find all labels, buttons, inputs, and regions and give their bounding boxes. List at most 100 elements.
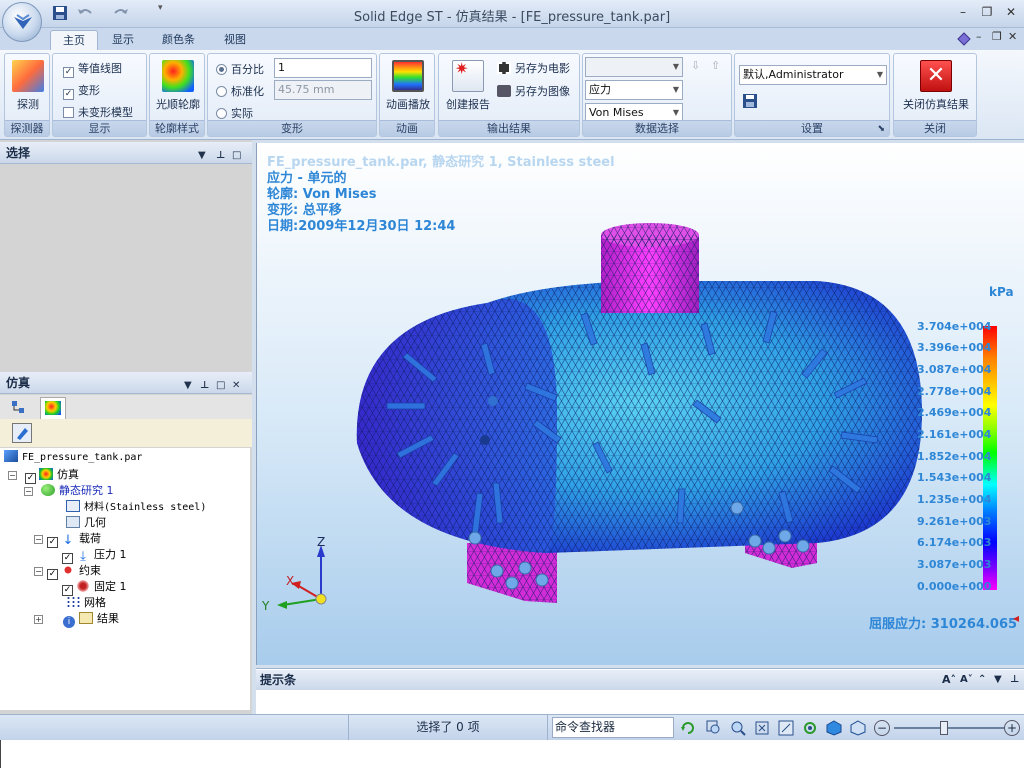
save-movie-button[interactable]: 另存为电影 — [497, 60, 570, 76]
pan-icon[interactable] — [778, 720, 794, 736]
app-menu-button[interactable] — [2, 2, 42, 42]
tree-item-file[interactable]: FE_pressure_tank.par — [4, 450, 142, 463]
camera-icon — [497, 85, 511, 97]
close-results-button[interactable]: ✕ 关闭仿真结果 — [896, 60, 976, 112]
part-icon — [4, 450, 18, 462]
group-label: 轮廓样式 — [150, 120, 204, 136]
tab-colorbar[interactable]: 颜色条 — [150, 30, 207, 50]
zoom-area-icon[interactable] — [706, 720, 722, 736]
tab-view[interactable]: 视图 — [212, 30, 258, 50]
tab-home[interactable]: 主页 — [50, 30, 98, 50]
arrow-down-icon[interactable]: ⇩ — [691, 59, 700, 72]
save-settings-icon[interactable] — [743, 94, 757, 108]
zoom-icon[interactable] — [730, 720, 746, 736]
undo-icon[interactable] — [76, 5, 94, 23]
info-icon: i — [63, 616, 75, 628]
contour-plot-checkbox[interactable]: ✓ 等值线图 — [63, 60, 122, 78]
legend-label: 2.161e+004 — [917, 428, 992, 441]
group-output: ✷ 创建报告 另存为电影 另存为图像 输出结果 — [438, 53, 580, 137]
legend-label: 3.704e+004 — [917, 320, 992, 333]
yield-stress-label: 屈服应力: 310264.065 — [869, 617, 1018, 632]
tab-display[interactable]: 显示 — [100, 30, 146, 50]
deformation-checkbox[interactable]: ✓ 变形 — [63, 82, 100, 100]
refresh-icon[interactable] — [680, 720, 696, 736]
collapse-icon[interactable]: − — [8, 471, 17, 480]
group-label: 显示 — [53, 120, 146, 136]
legend-label: 3.396e+004 — [917, 341, 992, 354]
font-increase-icon[interactable]: A˄ — [942, 670, 956, 690]
collapse-icon[interactable]: − — [34, 567, 43, 576]
minimize-button[interactable]: – — [954, 4, 972, 20]
result-set-combo[interactable]: ▼ — [585, 57, 683, 77]
panel-menu-icon[interactable]: ▼ — [184, 375, 192, 397]
axis-x-label: X — [286, 574, 295, 588]
collapse-icon[interactable]: − — [24, 487, 33, 496]
doc-minimize-button[interactable]: – — [976, 30, 982, 43]
rotate-icon[interactable] — [802, 720, 818, 736]
animate-button[interactable]: 动画播放 — [382, 60, 434, 112]
select-panel-body — [0, 164, 252, 372]
tree-item-static-study[interactable]: − 静态研究 1 — [24, 482, 114, 498]
settings-combo[interactable]: 默认,Administrator ▼ — [739, 65, 887, 85]
group-display: ✓ 等值线图 ✓ 变形 未变形模型 显示 — [52, 53, 147, 137]
axis-y-label: Y — [262, 599, 270, 613]
view-cube-icon[interactable] — [826, 720, 842, 736]
collapse-up-icon[interactable]: ⌃ — [978, 670, 986, 690]
view-orient-icon[interactable] — [850, 720, 866, 736]
results-tab-icon[interactable] — [40, 397, 66, 419]
doc-close-button[interactable]: ✕ — [1008, 30, 1017, 43]
tree-item-results[interactable]: + i 结果 — [34, 610, 119, 628]
close-window-button[interactable]: ✕ — [1002, 4, 1020, 20]
taskbar-area — [0, 740, 1024, 768]
legend-label: 2.469e+004 — [917, 406, 992, 419]
tree-item-mesh[interactable]: 网格 — [66, 594, 106, 610]
normalized-radio[interactable]: 标准化 — [216, 83, 264, 99]
result-type-combo[interactable]: 应力 ▼ — [585, 80, 683, 100]
save-icon[interactable] — [52, 5, 70, 23]
pin-icon[interactable]: ⊥ — [200, 375, 209, 397]
arrow-up-icon[interactable]: ⇧ — [711, 59, 720, 72]
zoom-slider[interactable] — [894, 727, 1004, 729]
dialog-launcher-icon[interactable]: ⬊ — [877, 121, 885, 137]
actual-radio[interactable]: 实际 — [216, 105, 253, 121]
doc-restore-button[interactable]: ❐ — [992, 30, 1002, 43]
group-label: 输出结果 — [439, 120, 579, 136]
axis-triad — [277, 545, 327, 609]
simulation-tree: FE_pressure_tank.par − ✓ 仿真 − 静态研究 1 材料(Sta… — [0, 448, 250, 710]
contour-icon — [162, 60, 194, 92]
save-image-button[interactable]: 另存为图像 — [497, 83, 570, 99]
edit-definition-icon[interactable] — [12, 423, 32, 443]
tree-tab-icon[interactable] — [10, 399, 28, 417]
percent-radio[interactable]: 百分比 — [216, 61, 264, 77]
mesh-icon — [66, 596, 80, 608]
font-decrease-icon[interactable]: A˅ — [960, 670, 973, 690]
panel-menu-icon[interactable]: ▼ — [994, 670, 1002, 690]
create-report-button[interactable]: ✷ 创建报告 — [443, 59, 493, 112]
group-probe: 探测 探测器 — [4, 53, 50, 137]
sim-panel-header: 仿真 ▼ ⊥ □ ✕ — [0, 372, 252, 394]
collapse-icon[interactable]: − — [34, 535, 43, 544]
tree-item-geometry[interactable]: 几何 — [66, 514, 106, 530]
expand-icon[interactable]: + — [34, 615, 43, 624]
pin-icon[interactable]: ⊥ — [1010, 670, 1019, 690]
graphics-viewport[interactable]: FE_pressure_tank.par, 静态研究 1, Stainless … — [256, 143, 1024, 665]
zoom-out-button[interactable]: − — [874, 720, 890, 736]
constraint-icon — [61, 564, 75, 576]
customize-qat-icon[interactable]: ▾ — [158, 3, 176, 21]
close-panel-icon[interactable]: ✕ — [232, 375, 240, 397]
tree-item-material[interactable]: 材料(Stainless steel) — [66, 498, 206, 513]
command-finder-input[interactable]: 命令查找器 — [552, 717, 674, 738]
help-icon[interactable] — [956, 31, 972, 47]
undeformed-model-checkbox[interactable]: 未变形模型 — [63, 104, 133, 120]
zoom-in-button[interactable]: + — [1004, 720, 1020, 736]
smooth-contour-button[interactable]: 光顺轮廓 — [152, 60, 204, 112]
zoom-slider-thumb[interactable] — [940, 721, 948, 735]
percent-field[interactable]: 1 — [274, 58, 372, 78]
group-close: ✕ 关闭仿真结果 关闭 — [893, 53, 977, 137]
redo-icon[interactable] — [112, 5, 130, 23]
maximize-button[interactable]: ❐ — [978, 4, 996, 20]
fit-icon[interactable] — [754, 720, 770, 736]
maximize-panel-icon[interactable]: □ — [216, 375, 225, 397]
group-deformation: 百分比 标准化 实际 1 45.75 mm 变形 — [207, 53, 377, 137]
probe-button[interactable]: 探测 — [8, 60, 48, 112]
